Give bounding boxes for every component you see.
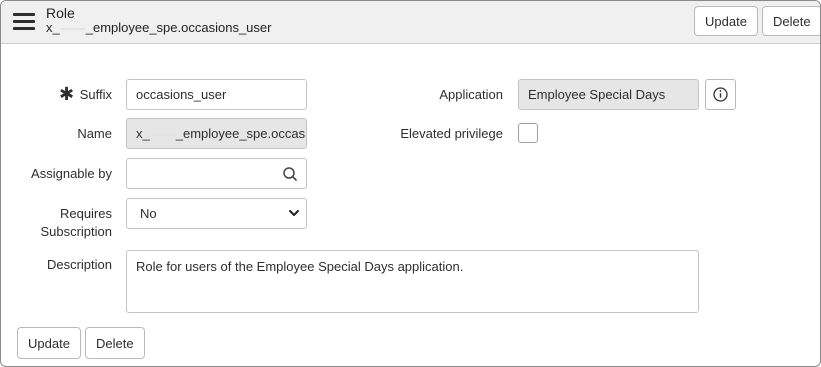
form-header: Role x_ _employee_spe.occasions_user Upda… <box>1 1 820 44</box>
suffix-label: Suffix <box>79 87 112 102</box>
header-update-button[interactable]: Update <box>694 6 758 36</box>
application-field: Employee Special Days <box>518 79 699 110</box>
redacted-scope <box>150 133 175 136</box>
assignable-by-input[interactable] <box>126 158 275 189</box>
footer-update-button[interactable]: Update <box>17 327 81 359</box>
name-label: Name <box>77 126 112 141</box>
record-name: x_ _employee_spe.occasions_user <box>46 20 271 35</box>
description-textarea[interactable]: Role for users of the Employee Special D… <box>126 250 699 313</box>
requires-subscription-select[interactable]: No <box>126 198 307 229</box>
requires-subscription-label-line1: Requires <box>59 206 112 221</box>
form-window: Role x_ _employee_spe.occasions_user Upda… <box>0 0 821 367</box>
suffix-input[interactable]: occasions_user <box>126 79 307 110</box>
record-name-suffix: _employee_spe.occasions_user <box>85 20 272 35</box>
name-suffix: _employee_spe.occasio <box>175 126 307 141</box>
redacted-scope <box>60 27 85 30</box>
lookup-button[interactable] <box>274 158 307 189</box>
elevated-privilege-checkbox[interactable] <box>518 123 538 143</box>
requires-subscription-label-line2: Subscription <box>40 224 112 239</box>
footer-delete-button[interactable]: Delete <box>85 327 145 359</box>
application-label: Application <box>439 87 503 102</box>
header-delete-button[interactable]: Delete <box>762 6 820 36</box>
info-icon <box>713 87 728 102</box>
page-title: Role <box>46 5 75 21</box>
elevated-privilege-label: Elevated privilege <box>400 126 503 141</box>
record-name-prefix: x_ <box>46 20 60 35</box>
name-prefix: x_ <box>136 126 150 141</box>
assignable-by-label: Assignable by <box>31 166 112 181</box>
application-info-button[interactable] <box>705 79 736 110</box>
name-field: x_ _employee_spe.occasio <box>126 118 307 149</box>
chevron-down-icon <box>289 210 299 216</box>
description-label: Description <box>46 257 112 272</box>
hamburger-menu-icon[interactable] <box>13 13 35 31</box>
requires-subscription-value: No <box>140 206 157 221</box>
search-icon <box>283 167 297 181</box>
